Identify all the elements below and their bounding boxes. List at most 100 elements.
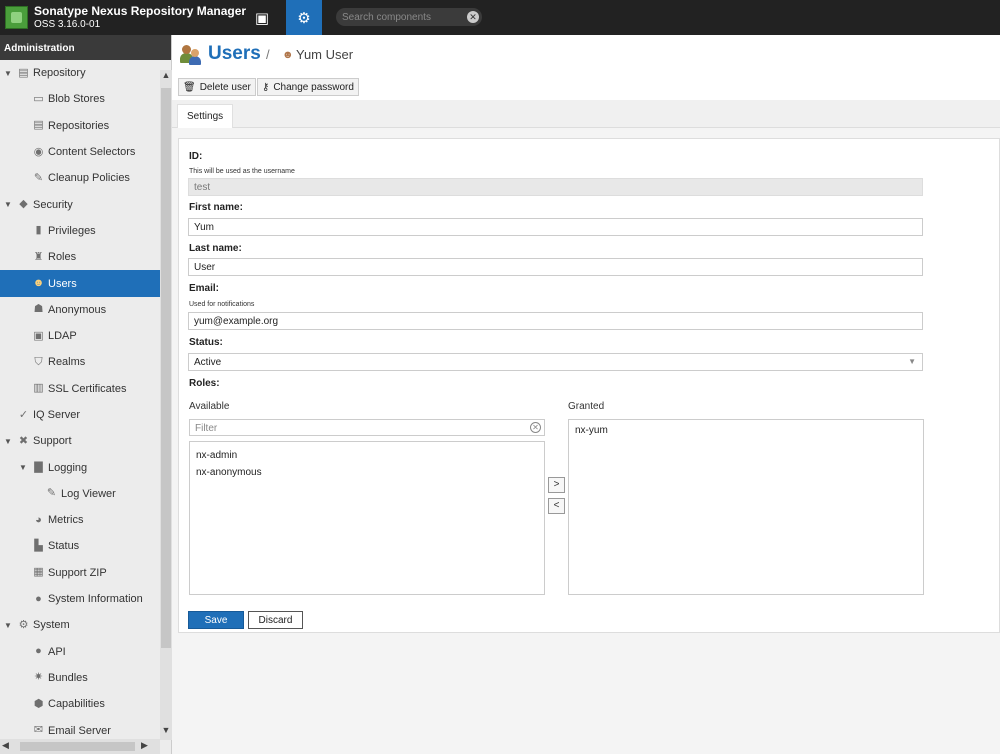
search-input[interactable] [342, 10, 462, 24]
sidebar-item-privileges[interactable]: ▮ Privileges [0, 218, 160, 244]
trash-icon: 🗑 [183, 81, 196, 93]
nexus-logo[interactable] [5, 6, 28, 29]
id-hint: This will be used as the username [189, 168, 295, 175]
sidebar-item-support-zip[interactable]: ▦ Support ZIP [0, 560, 160, 586]
tab-bar: Settings [172, 100, 1000, 128]
scroll-thumb[interactable] [161, 88, 171, 648]
search-box[interactable]: ✕ [336, 8, 482, 26]
status-dropdown[interactable]: Active ▼ [188, 353, 923, 371]
sidebar-item-users[interactable]: ☻ Users [0, 270, 160, 297]
save-button[interactable]: Save [188, 611, 244, 629]
expand-toggle-icon[interactable]: ▼ [4, 200, 12, 209]
key-icon: ⚷ [262, 81, 270, 93]
sidebar-item-label: Email Server [48, 724, 111, 737]
email-server-icon: ✉ [33, 724, 44, 737]
sidebar-item-metrics[interactable]: ◕ Metrics [0, 507, 160, 533]
sidebar-item-roles[interactable]: ♜ Roles [0, 244, 160, 270]
list-item[interactable]: nx-admin [190, 447, 544, 464]
first-name-field[interactable]: Yum [188, 218, 923, 236]
sidebar-item-system-information[interactable]: ● System Information [0, 586, 160, 612]
sidebar-item-repository[interactable]: ▼ ▤ Repository [0, 60, 160, 86]
scroll-up-icon[interactable]: ▲ [160, 70, 172, 84]
sidebar-item-label: System Information [48, 593, 143, 606]
scroll-down-icon[interactable]: ▼ [160, 725, 172, 739]
browse-cube-icon[interactable]: ▣ [238, 0, 286, 35]
list-item[interactable]: nx-yum [569, 422, 923, 439]
sidebar-item-support[interactable]: ▼ ✖ Support [0, 428, 160, 454]
logging-icon: ▇ [34, 461, 43, 474]
sidebar-item-iq-server[interactable]: ✓ IQ Server [0, 402, 160, 428]
last-name-field[interactable]: User [188, 258, 923, 276]
page-title[interactable]: Users [208, 43, 261, 65]
sidebar-item-realms[interactable]: ⛉ Realms [0, 349, 160, 375]
sidebar-item-bundles[interactable]: ✷ Bundles [0, 665, 160, 691]
scroll-thumb-horizontal[interactable] [20, 742, 135, 751]
chevron-down-icon[interactable]: ▼ [908, 357, 916, 366]
support-icon: ✖ [18, 434, 29, 447]
content-selectors-icon: ◉ [33, 145, 44, 158]
id-label: ID: [189, 151, 203, 162]
app-version: OSS 3.16.0-01 [34, 19, 101, 30]
system-information-icon: ● [35, 592, 42, 605]
sidebar-item-anonymous[interactable]: ☗ Anonymous [0, 297, 160, 323]
sidebar-item-label: Capabilities [48, 698, 105, 711]
ssl-certificates-icon: ▥ [33, 382, 44, 395]
granted-roles-list[interactable]: nx-yum [568, 419, 924, 595]
list-item[interactable]: nx-anonymous [190, 464, 544, 481]
change-password-button[interactable]: ⚷ Change password [257, 78, 359, 96]
sidebar-item-label: Content Selectors [48, 146, 136, 159]
sidebar-item-api[interactable]: ● API [0, 639, 160, 665]
sidebar-item-status[interactable]: ▙ Status [0, 533, 160, 559]
roles-icon: ♜ [33, 250, 44, 263]
tab-settings[interactable]: Settings [177, 104, 234, 128]
scroll-right-icon[interactable]: ▶ [141, 740, 148, 751]
delete-user-button[interactable]: 🗑 Delete user [178, 78, 256, 96]
discard-button[interactable]: Discard [248, 611, 303, 629]
sidebar-item-label: Logging [48, 461, 88, 474]
sidebar-item-blob-stores[interactable]: ▭ Blob Stores [0, 86, 160, 112]
email-label: Email: [189, 283, 220, 294]
sidebar-item-log-viewer[interactable]: ✎ Log Viewer [0, 481, 160, 507]
repositories-icon: ▤ [33, 119, 44, 132]
sidebar-item-system[interactable]: ▼ ⚙ System [0, 612, 160, 638]
sidebar-item-capabilities[interactable]: ⬢ Capabilities [0, 691, 160, 717]
email-field[interactable]: yum@example.org [188, 312, 923, 330]
role-filter[interactable]: ✕ [189, 419, 545, 436]
expand-toggle-icon[interactable]: ▼ [4, 621, 12, 630]
expand-toggle-icon[interactable]: ▼ [19, 463, 27, 472]
sidebar-item-cleanup-policies[interactable]: ✎ Cleanup Policies [0, 165, 160, 191]
sidebar-item-logging[interactable]: ▼ ▇ Logging [0, 454, 160, 480]
privileges-icon: ▮ [35, 224, 42, 237]
api-icon: ● [35, 645, 42, 658]
admin-gear-icon[interactable]: ⚙ [286, 0, 322, 35]
search-clear-icon[interactable]: ✕ [467, 11, 479, 23]
sidebar-item-label: Privileges [48, 224, 96, 237]
sidebar-item-label: Security [33, 198, 73, 211]
available-label: Available [189, 401, 230, 412]
sidebar-item-content-selectors[interactable]: ◉ Content Selectors [0, 139, 160, 165]
sidebar-vertical-scrollbar[interactable]: ▲ ▼ [160, 70, 172, 740]
last-name-label: Last name: [189, 243, 242, 254]
sidebar-item-ldap[interactable]: ▣ LDAP [0, 323, 160, 349]
expand-toggle-icon[interactable]: ▼ [4, 69, 12, 78]
sidebar-item-ssl-certificates[interactable]: ▥ SSL Certificates [0, 376, 160, 402]
delete-user-label: Delete user [199, 81, 251, 93]
page-header: Users / ☻ Yum User 🗑 Delete user ⚷ Chang… [172, 35, 1000, 100]
available-roles-list[interactable]: nx-admin nx-anonymous [189, 441, 545, 595]
sidebar-item-label: Support ZIP [48, 566, 107, 579]
filter-clear-icon[interactable]: ✕ [530, 422, 541, 433]
sidebar-item-label: Roles [48, 251, 77, 264]
add-role-button[interactable]: > [548, 477, 565, 493]
sidebar-item-label: System [33, 619, 70, 632]
sidebar: Administration ▼ ▤ Repository ▭ Blob Stores ▤… [0, 35, 172, 754]
sidebar-item-repositories[interactable]: ▤ Repositories [0, 113, 160, 139]
scroll-left-icon[interactable]: ◀ [2, 740, 9, 751]
cleanup-policies-icon: ✎ [33, 171, 44, 184]
sidebar-horizontal-scrollbar[interactable]: ◀ ▶ [0, 739, 160, 754]
status-icon: ▙ [34, 539, 43, 552]
filter-input[interactable] [195, 422, 515, 434]
sidebar-item-security[interactable]: ▼ ◆ Security [0, 191, 160, 217]
expand-toggle-icon[interactable]: ▼ [4, 437, 12, 446]
users-icon: ☻ [32, 277, 45, 290]
remove-role-button[interactable]: < [548, 498, 565, 514]
